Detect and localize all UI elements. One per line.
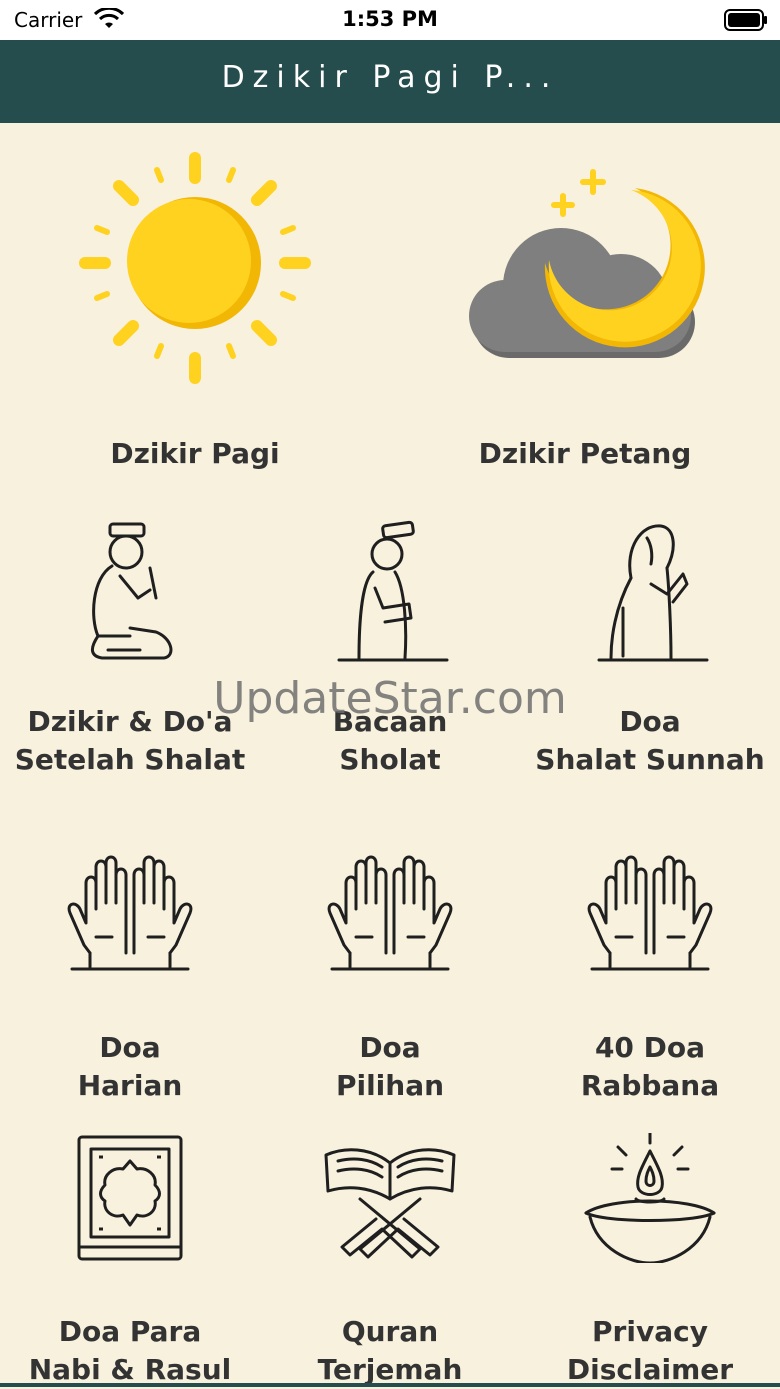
menu-item-label: Doa Para Nabi & Rasul <box>28 1315 232 1386</box>
menu-grid: Dzikir Pagi Dzikir Petang Dzikir & Do'a … <box>0 123 780 1387</box>
menu-item-bacaan-sholat[interactable]: Bacaan Sholat <box>260 503 520 803</box>
menu-item-doa-pilihan[interactable]: Doa Pilihan <box>260 833 520 1123</box>
menu-item-label: Dzikir Pagi <box>110 437 280 470</box>
menu-item-dzikir-pagi[interactable]: Dzikir Pagi <box>0 123 390 493</box>
status-bar: Carrier 1:53 PM <box>0 0 780 40</box>
menu-item-label: 40 Doa Rabbana <box>580 1031 720 1102</box>
menu-item-doa-shalat-sunnah[interactable]: Doa Shalat Sunnah <box>520 503 780 803</box>
battery-icon <box>724 9 767 31</box>
woman-praying-icon <box>597 524 709 662</box>
book-icon <box>77 1135 183 1261</box>
menu-item-dzikir-petang[interactable]: Dzikir Petang <box>390 123 780 493</box>
menu-item-dzikir-doa-setelah-shalat[interactable]: Dzikir & Do'a Setelah Shalat <box>0 503 260 803</box>
menu-item-doa-harian[interactable]: Doa Harian <box>0 833 260 1123</box>
navigation-bar: Dzikir Pagi P... <box>0 40 780 123</box>
menu-item-label: Doa Pilihan <box>335 1031 445 1102</box>
sitting-man-praying-icon <box>91 522 173 660</box>
menu-item-40-doa-rabbana[interactable]: 40 Doa Rabbana <box>520 833 780 1123</box>
menu-item-label: Doa Shalat Sunnah <box>535 705 765 776</box>
moon-cloud-icon <box>469 169 705 358</box>
menu-item-label: Dzikir Petang <box>478 437 692 470</box>
oil-lamp-icon <box>584 1133 716 1263</box>
praying-hands-icon <box>587 855 713 971</box>
menu-item-label: Doa Harian <box>77 1031 183 1102</box>
menu-item-label: Dzikir & Do'a Setelah Shalat <box>14 705 246 776</box>
praying-hands-icon <box>327 855 453 971</box>
page-title: Dzikir Pagi P... <box>221 60 559 95</box>
menu-item-label: Quran Terjemah <box>317 1315 463 1386</box>
sun-icon <box>79 152 311 384</box>
menu-item-quran-terjemah[interactable]: Quran Terjemah <box>260 1133 520 1387</box>
menu-item-doa-para-nabi-rasul[interactable]: Doa Para Nabi & Rasul <box>0 1133 260 1387</box>
standing-man-praying-icon <box>337 520 449 662</box>
quran-stand-icon <box>324 1148 456 1259</box>
praying-hands-icon <box>67 855 193 971</box>
bottom-divider <box>0 1383 780 1387</box>
menu-item-label: Privacy Disclaimer <box>566 1315 734 1386</box>
status-time: 1:53 PM <box>342 7 438 31</box>
menu-item-privacy-disclaimer[interactable]: Privacy Disclaimer <box>520 1133 780 1387</box>
menu-item-label: Bacaan Sholat <box>332 705 448 776</box>
